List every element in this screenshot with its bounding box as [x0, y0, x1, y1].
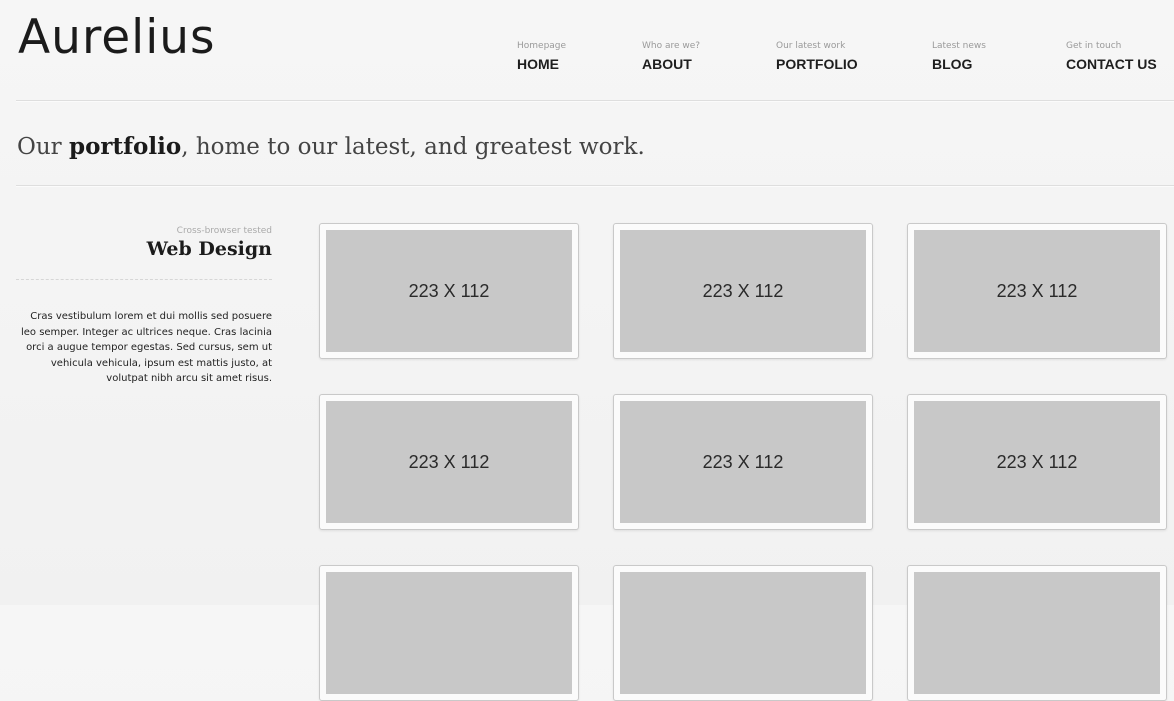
nav-item-portfolio[interactable]: Our latest work PORTFOLIO	[776, 41, 858, 72]
nav-item-subtitle: Homepage	[517, 41, 567, 51]
thumbnail-placeholder: 223 X 112	[326, 230, 572, 352]
nav-item-subtitle: Who are we?	[642, 41, 701, 51]
intro-highlight: portfolio	[68, 133, 182, 160]
nav-item-blog[interactable]: Latest news BLOG	[932, 41, 986, 72]
sidebar-divider	[16, 279, 272, 280]
thumbnail-placeholder: 223 X 112	[620, 401, 866, 523]
nav-item-label[interactable]: HOME	[517, 56, 566, 72]
site-header: Aurelius Homepage HOME Who are we? ABOUT…	[0, 0, 1174, 101]
portfolio-thumbnail[interactable]	[613, 565, 873, 701]
thumbnail-placeholder	[914, 572, 1160, 694]
portfolio-thumbnail[interactable]	[319, 565, 579, 701]
nav-item-subtitle: Get in touch	[1066, 41, 1122, 51]
nav-item-contact[interactable]: Get in touch CONTACT US	[1066, 41, 1157, 72]
thumbnail-label: 223 X 112	[408, 280, 490, 301]
portfolio-thumbnail[interactable]: 223 X 112	[319, 394, 579, 530]
intro-suffix: , home to our latest, and greatest work.	[181, 134, 645, 160]
sidebar-subtitle: Cross-browser tested	[176, 226, 272, 236]
nav-item-label[interactable]: CONTACT US	[1066, 56, 1157, 72]
nav-item-label[interactable]: PORTFOLIO	[776, 56, 858, 72]
thumbnail-label: 223 X 112	[702, 280, 784, 301]
portfolio-thumbnail[interactable]: 223 X 112	[613, 223, 873, 359]
main-nav: Homepage HOME Who are we? ABOUT Our late…	[0, 41, 1174, 81]
thumbnail-placeholder: 223 X 112	[620, 230, 866, 352]
portfolio-thumbnail[interactable]: 223 X 112	[907, 394, 1167, 530]
portfolio-thumbnail[interactable]: 223 X 112	[319, 223, 579, 359]
portfolio-sidebar: Cross-browser tested Web Design Cras ves…	[16, 226, 272, 387]
thumbnail-placeholder: 223 X 112	[914, 230, 1160, 352]
nav-item-subtitle: Latest news	[932, 41, 986, 51]
header-divider	[16, 100, 1174, 102]
portfolio-thumbnail[interactable]: 223 X 112	[907, 223, 1167, 359]
thumbnail-placeholder: 223 X 112	[326, 401, 572, 523]
thumbnail-placeholder: 223 X 112	[914, 401, 1160, 523]
thumbnail-label: 223 X 112	[996, 451, 1078, 472]
portfolio-thumbnail[interactable]: 223 X 112	[613, 394, 873, 530]
thumbnail-label: 223 X 112	[408, 451, 490, 472]
nav-item-label[interactable]: BLOG	[932, 56, 986, 72]
intro-divider	[16, 185, 1174, 187]
sidebar-title: Web Design	[146, 238, 272, 260]
page: Aurelius Homepage HOME Who are we? ABOUT…	[0, 0, 1174, 701]
intro-prefix: Our	[17, 134, 69, 160]
portfolio-thumbnail[interactable]	[907, 565, 1167, 701]
nav-item-subtitle: Our latest work	[776, 41, 846, 51]
thumbnail-label: 223 X 112	[702, 451, 784, 472]
thumbnail-label: 223 X 112	[996, 280, 1078, 301]
nav-item-about[interactable]: Who are we? ABOUT	[642, 41, 700, 72]
page-intro: Our portfolio, home to our latest, and g…	[17, 132, 645, 162]
nav-item-label[interactable]: ABOUT	[642, 56, 700, 72]
thumbnail-placeholder	[620, 572, 866, 694]
sidebar-description: Cras vestibulum lorem et dui mollis sed …	[20, 311, 272, 385]
nav-item-home[interactable]: Homepage HOME	[517, 41, 566, 72]
thumbnail-placeholder	[326, 572, 572, 694]
